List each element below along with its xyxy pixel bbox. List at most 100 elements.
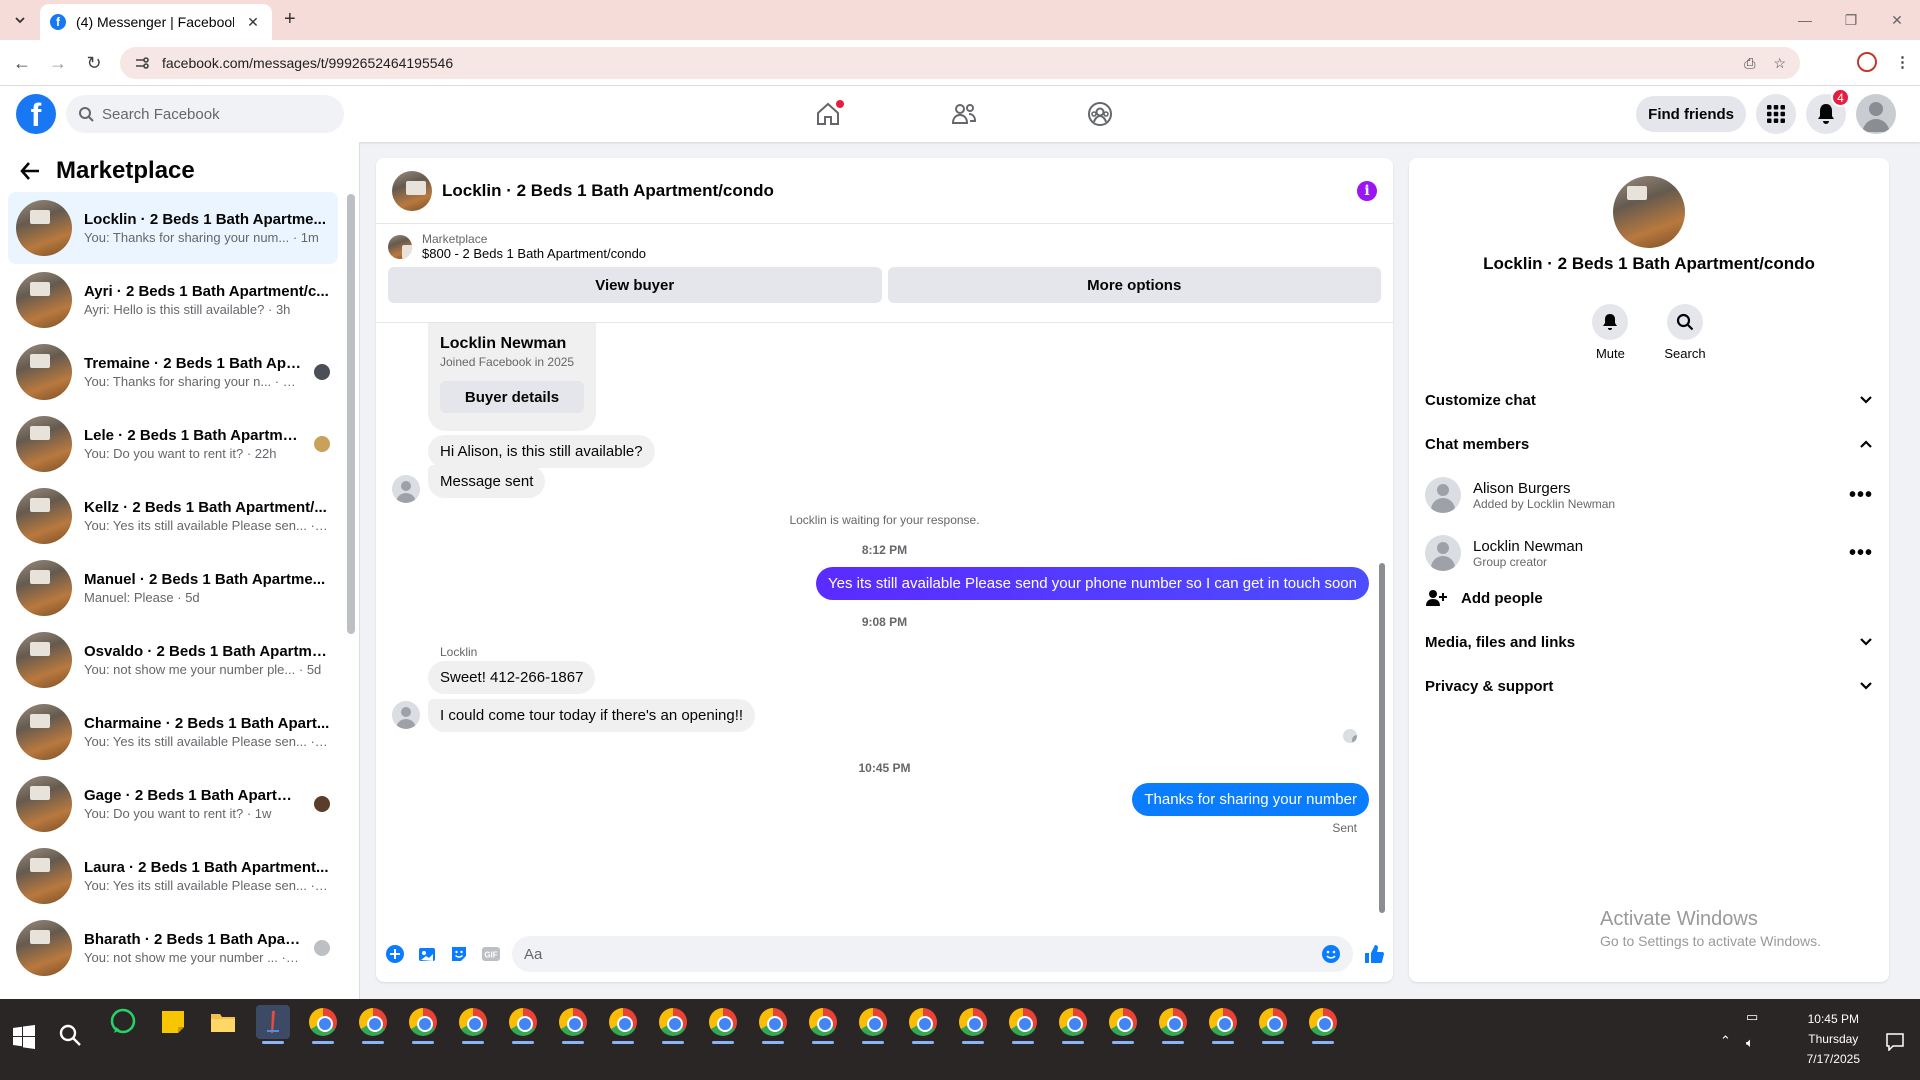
chrome-icon[interactable] bbox=[656, 1005, 690, 1044]
restore-icon[interactable]: ❐ bbox=[1828, 0, 1874, 40]
clock[interactable]: 10:45 PM Thursday 7/17/2025 bbox=[1807, 1009, 1860, 1069]
volume-icon[interactable]: 🔈︎ bbox=[1746, 1035, 1758, 1051]
chrome-icon[interactable] bbox=[1256, 1005, 1290, 1044]
profile-icon[interactable] bbox=[1857, 52, 1877, 72]
chrome-icon[interactable] bbox=[1206, 1005, 1240, 1044]
chrome-icon[interactable] bbox=[456, 1005, 490, 1044]
browser-menu-icon[interactable]: ⋮ bbox=[1895, 53, 1910, 71]
facebook-search-input[interactable]: Search Facebook bbox=[66, 95, 344, 133]
chat-title[interactable]: Locklin · 2 Beds 1 Bath Apartment/condo bbox=[442, 181, 1347, 201]
search-in-chat-button[interactable]: Search bbox=[1664, 304, 1706, 361]
conversation-item[interactable]: Tremaine · 2 Beds 1 Bath Apar... You: Tha… bbox=[8, 336, 338, 408]
details-title: Locklin · 2 Beds 1 Bath Apartment/condo bbox=[1483, 254, 1815, 273]
conversation-item[interactable]: Locklin · 2 Beds 1 Bath Apartme... You: T… bbox=[8, 192, 338, 264]
privacy-support-row[interactable]: Privacy & support bbox=[1425, 666, 1873, 706]
reload-icon[interactable]: ↻ bbox=[82, 51, 106, 75]
app-icon[interactable] bbox=[256, 1005, 290, 1044]
chat-details-panel: Locklin · 2 Beds 1 Bath Apartment/condo … bbox=[1409, 158, 1889, 982]
conversation-item[interactable]: Bharath · 2 Beds 1 Bath Apart... You: not… bbox=[8, 912, 338, 984]
photo-icon[interactable] bbox=[416, 943, 438, 965]
find-friends-button[interactable]: Find friends bbox=[1636, 96, 1746, 132]
url-field[interactable]: facebook.com/messages/t/9992652464195546… bbox=[120, 47, 1800, 79]
plus-icon[interactable] bbox=[384, 943, 406, 965]
install-app-icon[interactable]: ⎙ bbox=[1744, 55, 1755, 72]
more-options-icon[interactable]: ••• bbox=[1849, 484, 1873, 507]
conversation-item[interactable]: Ayri · 2 Beds 1 Bath Apartment/c... Ayri:… bbox=[8, 264, 338, 336]
sticky-notes-icon[interactable] bbox=[156, 1005, 190, 1039]
chrome-icon[interactable] bbox=[506, 1005, 540, 1044]
chat-members-row[interactable]: Chat members bbox=[1425, 424, 1873, 464]
chrome-icon[interactable] bbox=[906, 1005, 940, 1044]
chrome-icon[interactable] bbox=[1056, 1005, 1090, 1044]
chrome-icon[interactable] bbox=[1006, 1005, 1040, 1044]
sticker-icon[interactable] bbox=[448, 943, 470, 965]
new-tab-icon[interactable]: + bbox=[284, 8, 296, 31]
network-icon[interactable]: ▭ bbox=[1746, 1009, 1758, 1025]
chat-scrollbar[interactable] bbox=[1379, 563, 1385, 913]
mute-button[interactable]: Mute bbox=[1592, 304, 1629, 361]
bookmark-star-icon[interactable]: ☆ bbox=[1773, 55, 1786, 72]
chrome-icon[interactable] bbox=[1106, 1005, 1140, 1044]
site-info-icon[interactable] bbox=[134, 55, 150, 71]
chrome-icon[interactable] bbox=[406, 1005, 440, 1044]
marketplace-listing-banner[interactable]: Marketplace $800 - 2 Beds 1 Bath Apartme… bbox=[376, 224, 1393, 261]
menu-grid-button[interactable] bbox=[1756, 94, 1796, 134]
notification-center-icon[interactable] bbox=[1886, 1033, 1904, 1051]
back-arrow-icon[interactable] bbox=[20, 162, 40, 180]
chrome-icon[interactable] bbox=[956, 1005, 990, 1044]
sidebar-scrollbar[interactable] bbox=[347, 194, 355, 634]
whatsapp-icon[interactable] bbox=[106, 1005, 140, 1039]
browser-tab-strip: f (4) Messenger | Facebook ✕ + — ❐ ✕ bbox=[0, 0, 1920, 40]
view-buyer-button[interactable]: View buyer bbox=[388, 267, 882, 303]
conversation-item[interactable]: Osvaldo · 2 Beds 1 Bath Apartme... You: n… bbox=[8, 624, 338, 696]
show-hidden-icons-icon[interactable]: ⌃ bbox=[1720, 1033, 1731, 1049]
conversation-item[interactable]: Manuel · 2 Beds 1 Bath Apartme... Manuel:… bbox=[8, 552, 338, 624]
chrome-icon[interactable] bbox=[856, 1005, 890, 1044]
browser-tab[interactable]: f (4) Messenger | Facebook ✕ bbox=[40, 4, 272, 40]
close-window-icon[interactable]: ✕ bbox=[1874, 0, 1920, 40]
nav-home[interactable] bbox=[780, 86, 876, 142]
conversation-item[interactable]: Gage · 2 Beds 1 Bath Apartme... You: Do y… bbox=[8, 768, 338, 840]
conversation-item[interactable]: Kellz · 2 Beds 1 Bath Apartment/... You: … bbox=[8, 480, 338, 552]
back-icon[interactable]: ← bbox=[10, 51, 34, 75]
conversation-item[interactable]: Charmaine · 2 Beds 1 Bath Apart... You: Y… bbox=[8, 696, 338, 768]
taskbar-search-icon[interactable] bbox=[58, 1023, 82, 1047]
chrome-icon[interactable] bbox=[1306, 1005, 1340, 1044]
chrome-icon[interactable] bbox=[1156, 1005, 1190, 1044]
chevron-down-icon bbox=[1859, 395, 1873, 405]
chrome-icon[interactable] bbox=[706, 1005, 740, 1044]
forward-icon[interactable]: → bbox=[46, 51, 70, 75]
nav-friends[interactable] bbox=[916, 86, 1012, 142]
conversation-item[interactable]: Lele · 2 Beds 1 Bath Apartmen... You: Do … bbox=[8, 408, 338, 480]
nav-groups[interactable] bbox=[1052, 86, 1148, 142]
minimize-icon[interactable]: — bbox=[1782, 0, 1828, 40]
tab-search-dropdown-icon[interactable] bbox=[8, 8, 32, 32]
more-options-button[interactable]: More options bbox=[887, 267, 1381, 303]
member-item[interactable]: Locklin Newman Group creator ••• bbox=[1425, 526, 1873, 580]
chrome-icon[interactable] bbox=[606, 1005, 640, 1044]
customize-chat-row[interactable]: Customize chat bbox=[1425, 380, 1873, 420]
notifications-button[interactable]: 4 bbox=[1806, 88, 1850, 134]
thumbs-up-icon[interactable] bbox=[1363, 943, 1385, 965]
chrome-icon[interactable] bbox=[756, 1005, 790, 1044]
add-people-row[interactable]: Add people bbox=[1425, 578, 1873, 618]
file-explorer-icon[interactable] bbox=[206, 1005, 240, 1039]
chrome-icon[interactable] bbox=[306, 1005, 340, 1044]
member-item[interactable]: Alison Burgers Added by Locklin Newman ••… bbox=[1425, 468, 1873, 522]
chat-avatar[interactable] bbox=[392, 170, 432, 211]
facebook-logo-icon[interactable]: f bbox=[16, 94, 56, 134]
chrome-icon[interactable] bbox=[356, 1005, 390, 1044]
info-icon[interactable]: i bbox=[1357, 180, 1377, 201]
more-options-icon[interactable]: ••• bbox=[1849, 542, 1873, 565]
buyer-details-button[interactable]: Buyer details bbox=[440, 381, 584, 413]
media-files-row[interactable]: Media, files and links bbox=[1425, 622, 1873, 662]
conversation-item[interactable]: Laura · 2 Beds 1 Bath Apartment... You: Y… bbox=[8, 840, 338, 912]
gif-icon[interactable]: GIF bbox=[480, 943, 502, 965]
message-input[interactable]: Aa bbox=[512, 936, 1353, 972]
windows-start-icon[interactable] bbox=[12, 1025, 42, 1055]
account-avatar[interactable] bbox=[1856, 94, 1896, 134]
close-tab-icon[interactable]: ✕ bbox=[244, 14, 262, 31]
chrome-icon[interactable] bbox=[556, 1005, 590, 1044]
chrome-icon[interactable] bbox=[806, 1005, 840, 1044]
emoji-icon[interactable] bbox=[1321, 944, 1341, 964]
